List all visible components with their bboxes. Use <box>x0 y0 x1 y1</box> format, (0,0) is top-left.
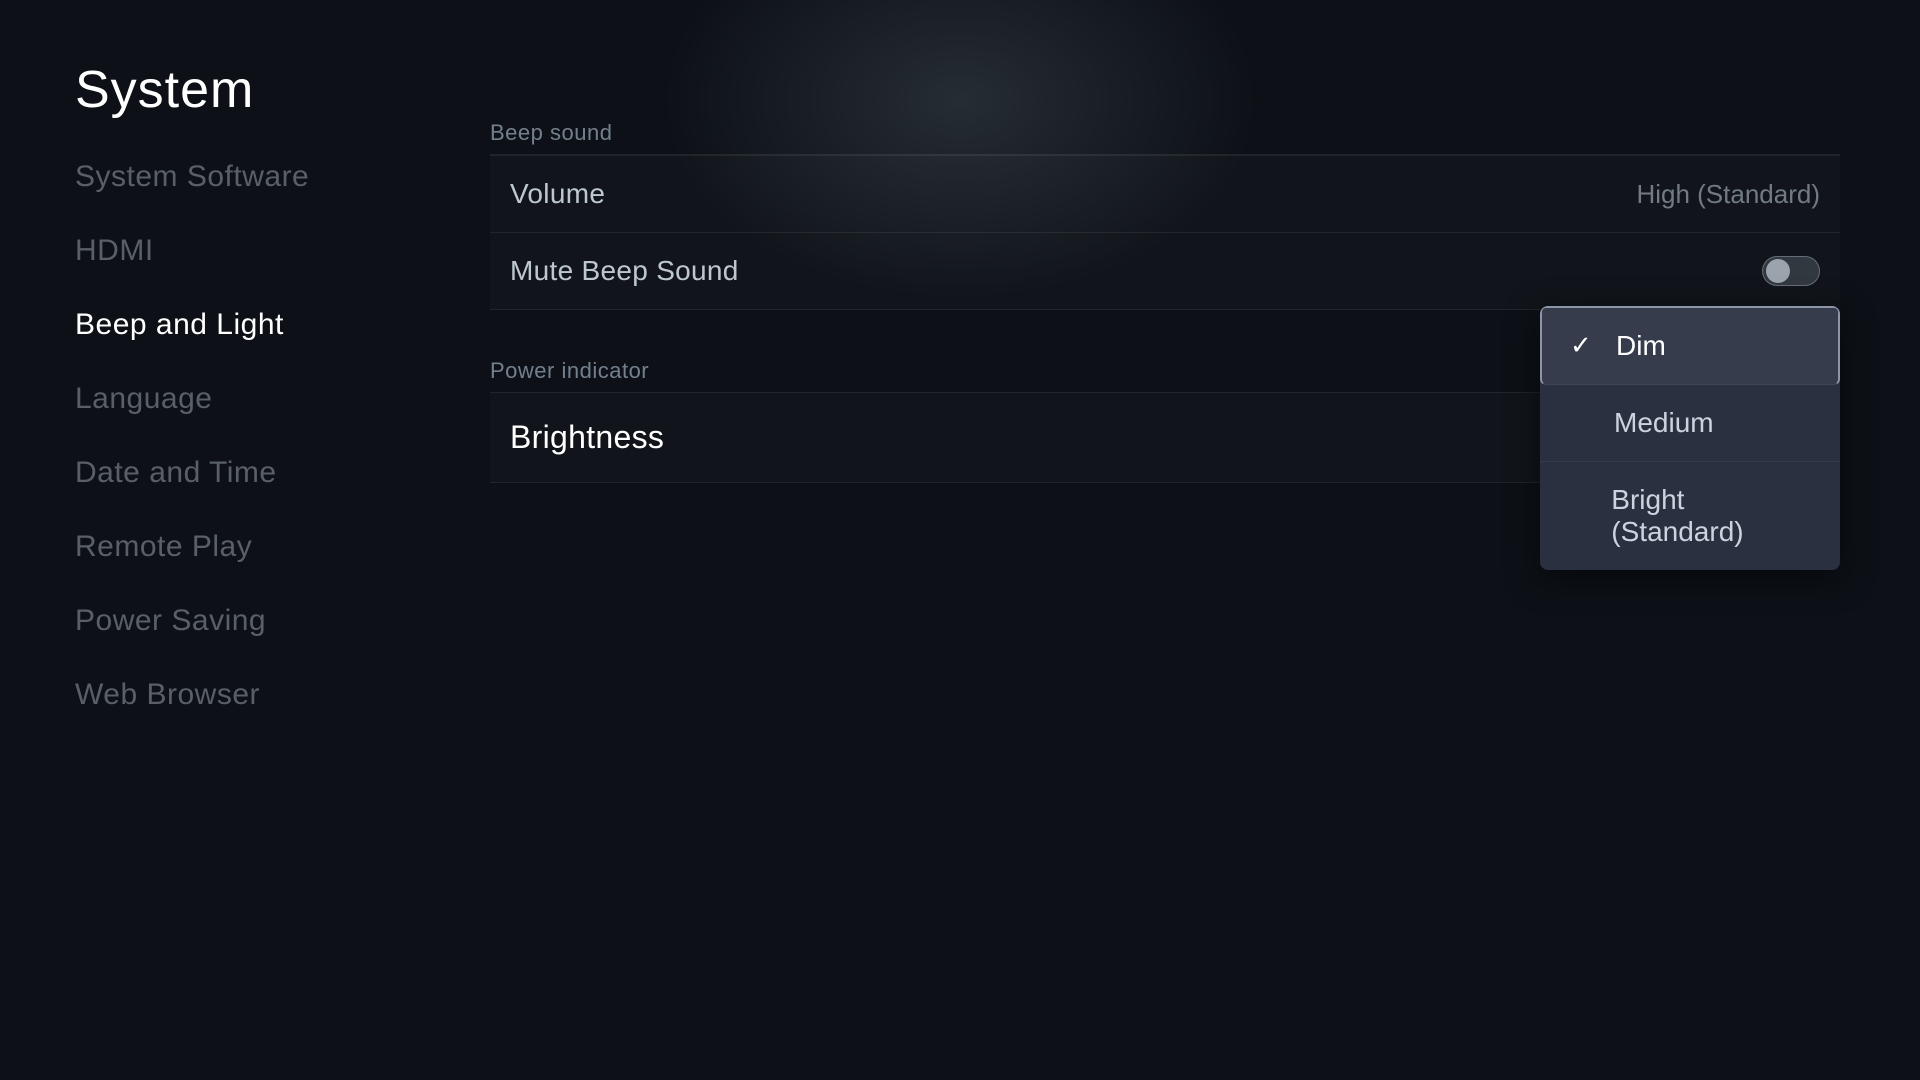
mute-beep-label: Mute Beep Sound <box>510 255 739 287</box>
main-content: Beep sound Volume High (Standard) Mute B… <box>490 120 1840 483</box>
brightness-option-bright[interactable]: Bright (Standard) <box>1540 462 1840 570</box>
dim-label: Dim <box>1616 330 1666 362</box>
sidebar-item-power-saving[interactable]: Power Saving <box>75 584 455 658</box>
beep-sound-group: Volume High (Standard) Mute Beep Sound <box>490 154 1840 310</box>
volume-value: High (Standard) <box>1636 179 1820 210</box>
sidebar-item-beep-and-light[interactable]: Beep and Light <box>75 288 455 362</box>
brightness-row[interactable]: Brightness ✓ Dim Medium Bright (Standard… <box>490 392 1840 483</box>
sidebar: System Software HDMI Beep and Light Lang… <box>75 140 455 732</box>
brightness-option-dim[interactable]: ✓ Dim <box>1540 306 1840 385</box>
sidebar-item-date-and-time[interactable]: Date and Time <box>75 436 455 510</box>
page-title: System <box>75 60 254 120</box>
brightness-dropdown[interactable]: ✓ Dim Medium Bright (Standard) <box>1540 306 1840 570</box>
brightness-option-medium[interactable]: Medium <box>1540 385 1840 462</box>
beep-sound-section-label: Beep sound <box>490 120 1840 146</box>
power-indicator-section: Power indicator Brightness ✓ Dim Medium … <box>490 358 1840 483</box>
brightness-label: Brightness <box>510 419 664 456</box>
volume-label: Volume <box>510 178 605 210</box>
checkmark-icon: ✓ <box>1570 330 1598 361</box>
mute-beep-toggle[interactable] <box>1762 256 1820 286</box>
sidebar-item-hdmi[interactable]: HDMI <box>75 214 455 288</box>
sidebar-item-system-software[interactable]: System Software <box>75 140 455 214</box>
sidebar-item-web-browser[interactable]: Web Browser <box>75 658 455 732</box>
mute-beep-row[interactable]: Mute Beep Sound <box>490 233 1840 310</box>
sidebar-item-language[interactable]: Language <box>75 362 455 436</box>
bright-label: Bright (Standard) <box>1611 484 1812 548</box>
medium-label: Medium <box>1614 407 1714 439</box>
volume-row[interactable]: Volume High (Standard) <box>490 155 1840 233</box>
sidebar-item-remote-play[interactable]: Remote Play <box>75 510 455 584</box>
